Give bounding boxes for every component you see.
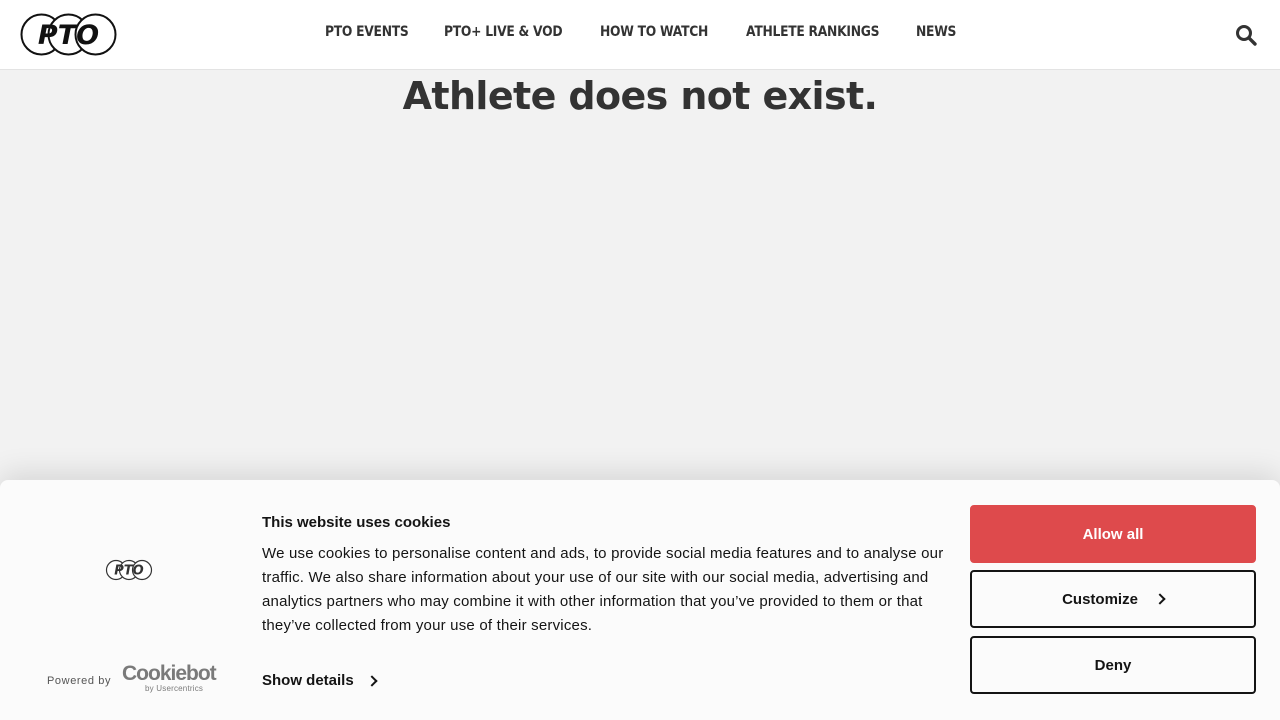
- logo-text: PTO: [38, 20, 99, 51]
- search-icon[interactable]: [1234, 23, 1258, 47]
- nav-pto-plus-live-vod[interactable]: PTO+ LIVE & VOD: [444, 24, 563, 40]
- show-details-link[interactable]: Show details: [262, 672, 378, 689]
- usercentrics-label: by Usercentrics: [145, 684, 204, 693]
- deny-label: Deny: [1094, 656, 1132, 674]
- cb-logo-text: PTO: [114, 564, 143, 579]
- cookie-description: We use cookies to personalise content an…: [262, 545, 944, 634]
- customize-button[interactable]: Customize: [970, 570, 1256, 628]
- chevron-right-icon: [366, 674, 378, 687]
- main-nav: PTO EVENTS PTO+ LIVE & VOD HOW TO WATCH …: [0, 0, 1280, 69]
- pto-logo-small: PTO: [105, 559, 153, 581]
- allow-all-label: Allow all: [1082, 525, 1144, 543]
- show-details-label: Show details: [262, 672, 354, 689]
- site-header: PTO PTO EVENTS PTO+ LIVE & VOD HOW TO WA…: [0, 0, 1280, 70]
- cookiebot-wordmark: Cookiebot: [122, 662, 217, 685]
- nav-athlete-rankings[interactable]: ATHLETE RANKINGS: [746, 24, 879, 40]
- allow-all-button[interactable]: Allow all: [970, 505, 1256, 563]
- cookie-consent-banner: PTO Powered by Cookiebot by Usercentrics…: [0, 480, 1280, 720]
- cookie-title: This website uses cookies: [262, 514, 451, 531]
- customize-label: Customize: [1062, 590, 1138, 608]
- deny-button[interactable]: Deny: [970, 636, 1256, 694]
- page-title: Athlete does not exist.: [402, 74, 878, 118]
- nav-pto-events[interactable]: PTO EVENTS: [325, 24, 409, 40]
- pto-logo[interactable]: PTO: [20, 13, 117, 56]
- nav-news[interactable]: NEWS: [916, 24, 956, 40]
- chevron-right-icon: [1154, 593, 1166, 605]
- powered-by-label: Powered by: [47, 675, 112, 687]
- nav-how-to-watch[interactable]: HOW TO WATCH: [600, 24, 708, 40]
- powered-by-cookiebot[interactable]: Powered by Cookiebot by Usercentrics: [47, 662, 217, 696]
